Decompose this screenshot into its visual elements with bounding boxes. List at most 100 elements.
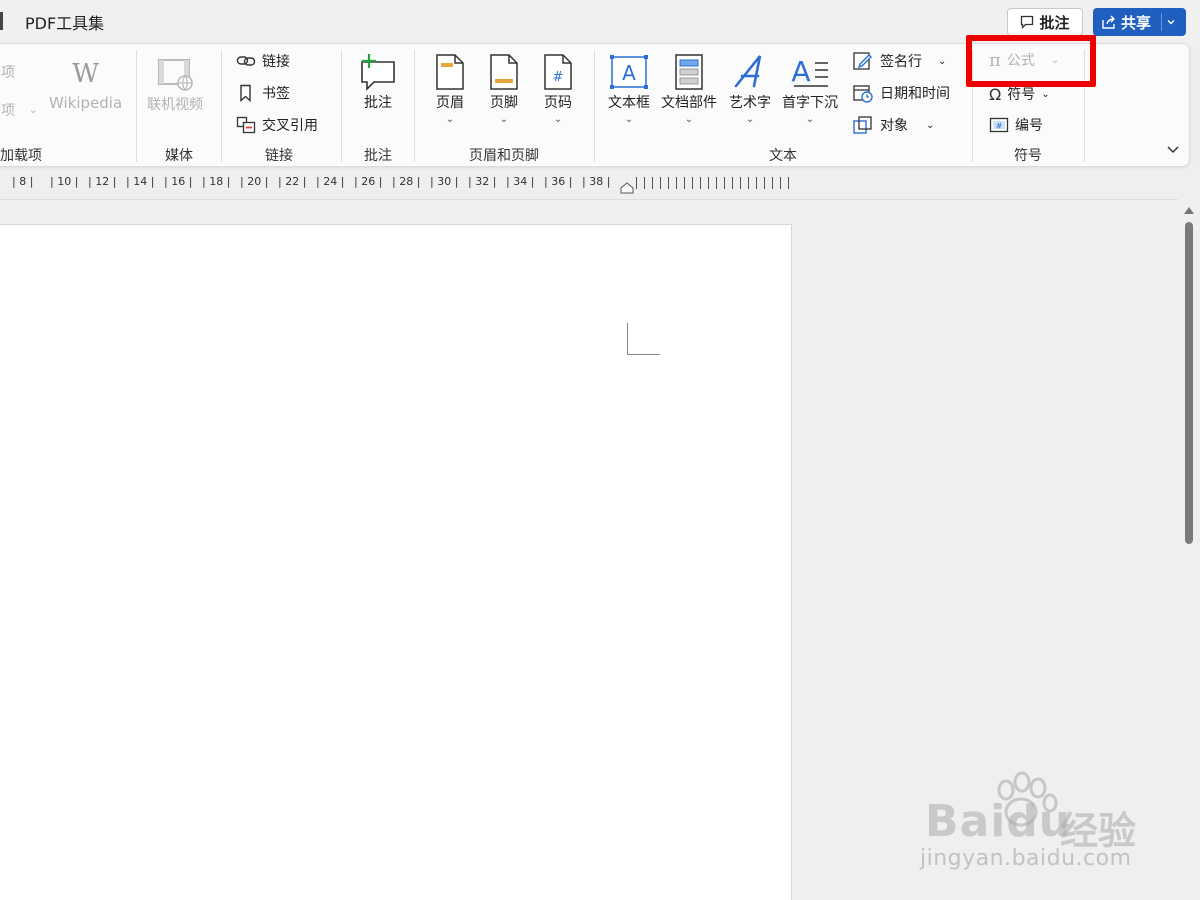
group-label-media: 媒体 — [165, 148, 193, 164]
wikipedia-label: Wikipedia — [49, 94, 123, 112]
group-label-text: 文本 — [769, 148, 797, 164]
addin-item-2-label: 项 — [1, 103, 15, 119]
chevron-down-icon[interactable] — [1166, 17, 1176, 27]
ruler-label: | 38 | — [582, 175, 611, 188]
comments-button[interactable]: 批注 — [1007, 8, 1083, 36]
textbox-icon: A — [609, 52, 649, 92]
new-comment-button[interactable]: 批注 — [358, 52, 398, 112]
online-video-icon — [155, 54, 195, 94]
dropcap-label: 首字下沉 — [782, 95, 838, 111]
ruler-label: | 26 | — [354, 175, 383, 188]
tab-partial[interactable] — [0, 12, 3, 30]
bookmark-label: 书签 — [262, 86, 290, 102]
cross-reference-icon — [236, 116, 256, 134]
ruler-label: | 12 | — [88, 175, 117, 188]
group-label-links: 链接 — [265, 148, 293, 164]
chevron-down-icon: ⌄ — [553, 114, 563, 125]
ruler-label: | 8 | — [12, 175, 34, 188]
dropcap-icon: A — [790, 52, 830, 92]
wikipedia-button[interactable]: W Wikipedia — [49, 54, 122, 112]
footer-button[interactable]: 页脚 ⌄ — [488, 52, 520, 125]
addin-item-1[interactable]: 项 — [1, 60, 15, 84]
svg-text:A: A — [622, 61, 636, 85]
group-divider — [136, 50, 137, 162]
quick-parts-button[interactable]: 文档部件 ⌄ — [661, 52, 717, 125]
bookmark-icon — [240, 84, 251, 102]
bookmark-button[interactable]: 书签 — [236, 81, 290, 105]
watermark-url: jingyan.baidu.com — [920, 846, 1132, 871]
scroll-up-arrow-icon[interactable] — [1183, 205, 1195, 215]
group-divider — [414, 50, 415, 162]
ribbon-expand-chevron-icon[interactable] — [1166, 144, 1180, 154]
chevron-down-icon: ⌄ — [445, 114, 455, 125]
signature-line-icon — [853, 52, 872, 70]
page-number-label: 页码 — [544, 95, 572, 111]
online-video-button[interactable]: 联机视频 — [147, 54, 203, 114]
margin-corner-mark — [627, 323, 628, 355]
footer-label: 页脚 — [490, 95, 518, 111]
ruler-label: | 30 | — [430, 175, 459, 188]
chevron-down-icon: ⌄ — [805, 114, 815, 125]
cross-reference-label: 交叉引用 — [262, 118, 318, 134]
number-button[interactable]: # 编号 — [989, 113, 1043, 137]
date-time-label: 日期和时间 — [880, 86, 950, 102]
cross-reference-button[interactable]: 交叉引用 — [236, 113, 318, 137]
share-icon — [1102, 15, 1115, 29]
ruler-label: | 16 | — [164, 175, 193, 188]
signature-line-button[interactable]: 签名行 ⌄ — [852, 49, 946, 73]
omega-icon: Ω — [989, 84, 1002, 104]
svg-text:#: # — [553, 70, 564, 85]
number-icon: # — [989, 117, 1009, 133]
page-number-icon: # — [542, 52, 574, 92]
textbox-button[interactable]: A 文本框 ⌄ — [608, 52, 650, 125]
share-separator — [1161, 13, 1163, 31]
page-number-button[interactable]: # 页码 ⌄ — [542, 52, 574, 125]
ruler-label: | 28 | — [392, 175, 421, 188]
link-button[interactable]: 链接 — [236, 49, 290, 73]
object-button[interactable]: 对象 ⌄ — [852, 113, 934, 137]
margin-corner-mark — [627, 354, 660, 355]
group-label-addins: 加载项 — [0, 148, 42, 164]
share-button-label: 共享 — [1121, 13, 1152, 32]
ruler-divider — [0, 199, 1178, 200]
ruler-label: | 36 | — [544, 175, 573, 188]
share-button[interactable]: 共享 — [1093, 8, 1186, 36]
svg-text:#: # — [996, 122, 1003, 131]
addin-item-2[interactable]: 项 ⌄ — [1, 98, 37, 122]
symbol-label: 符号 — [1007, 87, 1036, 103]
calendar-clock-icon — [853, 85, 873, 103]
object-label: 对象 — [880, 118, 908, 134]
group-label-symbols: 符号 — [1014, 148, 1042, 164]
chevron-down-icon: ⌄ — [684, 114, 694, 125]
chevron-down-icon: ⌄ — [745, 114, 755, 125]
tab-pdf-tools[interactable]: PDF工具集 — [25, 10, 104, 34]
signature-line-label: 签名行 — [880, 54, 922, 70]
header-label: 页眉 — [436, 95, 464, 111]
new-comment-icon — [358, 52, 398, 92]
chevron-down-icon: ⌄ — [624, 114, 634, 125]
ruler-label: | 10 | — [50, 175, 79, 188]
chevron-down-icon: ⌄ — [1041, 88, 1050, 100]
link-label: 链接 — [262, 54, 290, 70]
watermark-brand: Baidu — [925, 796, 1072, 847]
dropcap-button[interactable]: A 首字下沉 ⌄ — [782, 52, 838, 125]
group-label-header-footer: 页眉和页脚 — [469, 148, 539, 164]
header-button[interactable]: 页眉 ⌄ — [434, 52, 466, 125]
wordart-button[interactable]: 艺术字 ⌄ — [729, 52, 771, 125]
number-label: 编号 — [1015, 118, 1043, 134]
footer-icon — [488, 52, 520, 92]
chevron-down-icon: ⌄ — [938, 55, 947, 67]
ruler-ticks — [636, 177, 796, 189]
ruler-label: | 24 | — [316, 175, 345, 188]
date-time-button[interactable]: 日期和时间 — [852, 81, 950, 105]
quick-parts-label: 文档部件 — [661, 95, 717, 111]
indent-marker-icon[interactable] — [620, 182, 634, 194]
textbox-label: 文本框 — [608, 95, 650, 111]
document-page[interactable] — [0, 224, 792, 900]
link-icon — [236, 56, 256, 66]
vertical-scrollbar-thumb[interactable] — [1185, 222, 1193, 544]
svg-text:A: A — [791, 55, 810, 88]
ruler-label: | 20 | — [240, 175, 269, 188]
ruler-label: | 32 | — [468, 175, 497, 188]
object-icon — [853, 116, 872, 134]
